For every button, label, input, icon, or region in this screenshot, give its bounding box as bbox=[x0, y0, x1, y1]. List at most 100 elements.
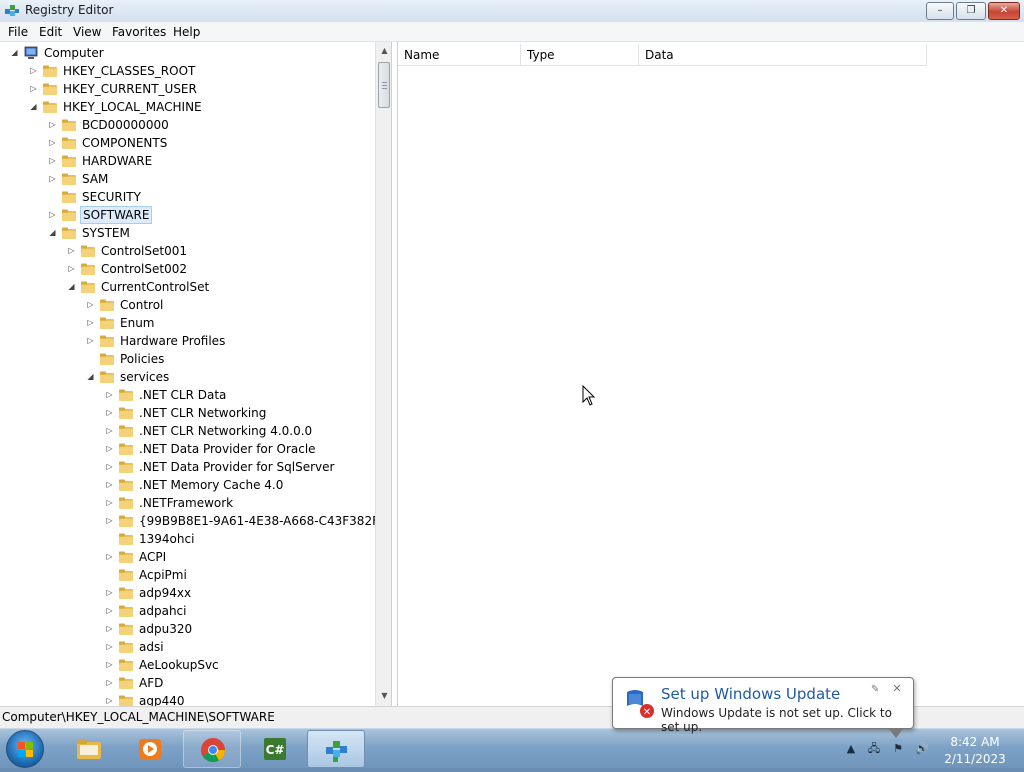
title-bar[interactable]: Registry Editor – ❐ ✕ bbox=[0, 0, 1024, 22]
notification-close-button[interactable]: ✕ bbox=[891, 683, 903, 695]
expand-arrow-icon[interactable]: ▷ bbox=[105, 512, 114, 530]
tree-node[interactable]: ▷ SOFTWARE bbox=[48, 206, 370, 224]
tree-node[interactable]: ▷ ControlSet002 bbox=[67, 260, 370, 278]
tree-node[interactable]: ◢ services bbox=[86, 368, 370, 386]
expand-arrow-icon[interactable]: ▷ bbox=[86, 296, 95, 314]
tree-node-label[interactable]: SAM bbox=[80, 170, 110, 188]
tree-node-label[interactable]: adsi bbox=[137, 638, 166, 656]
column-header-name[interactable]: Name bbox=[398, 44, 521, 66]
tree-node-label[interactable]: HKEY_CURRENT_USER bbox=[61, 80, 199, 98]
start-button[interactable] bbox=[6, 730, 44, 768]
tree-node-label[interactable]: .NET CLR Data bbox=[137, 386, 228, 404]
tree-node[interactable]: ▷ .NETFramework bbox=[105, 494, 370, 512]
expand-arrow-icon[interactable]: ▷ bbox=[105, 656, 114, 674]
expand-arrow-icon[interactable]: ▷ bbox=[105, 620, 114, 638]
tree-node-label[interactable]: AeLookupSvc bbox=[137, 656, 221, 674]
expand-arrow-icon[interactable]: ▷ bbox=[105, 674, 114, 692]
expand-arrow-icon[interactable]: ▷ bbox=[86, 314, 95, 332]
tree-node-label[interactable]: HARDWARE bbox=[80, 152, 154, 170]
registry-tree-pane[interactable]: ◢ Computer ▷ HKEY_CLASSES_ROOT ▷ HKEY_CURRENT… bbox=[0, 42, 392, 706]
tree-node-label[interactable]: ControlSet002 bbox=[99, 260, 189, 278]
tree-vertical-scrollbar[interactable]: ▲ ▼ bbox=[375, 42, 391, 706]
volume-icon[interactable]: 🔊 bbox=[914, 741, 930, 757]
tree-node-label[interactable]: SOFTWARE bbox=[80, 206, 153, 224]
tree-node-label[interactable]: Hardware Profiles bbox=[118, 332, 227, 350]
tree-node[interactable]: Policies bbox=[86, 350, 370, 368]
tree-node[interactable]: ▷ Hardware Profiles bbox=[86, 332, 370, 350]
tree-node-label[interactable]: AcpiPmi bbox=[137, 566, 189, 584]
column-header-type[interactable]: Type bbox=[521, 44, 639, 66]
tree-node-label[interactable]: ACPI bbox=[137, 548, 168, 566]
tree-node-label[interactable]: COMPONENTS bbox=[80, 134, 169, 152]
collapse-arrow-icon[interactable]: ◢ bbox=[10, 44, 19, 62]
tree-node[interactable]: ▷ Control bbox=[86, 296, 370, 314]
tree-node[interactable]: ◢ Computer bbox=[10, 44, 370, 62]
expand-arrow-icon[interactable]: ▷ bbox=[48, 116, 57, 134]
collapse-arrow-icon[interactable]: ◢ bbox=[29, 98, 38, 116]
expand-arrow-icon[interactable]: ▷ bbox=[105, 602, 114, 620]
expand-arrow-icon[interactable]: ▷ bbox=[29, 62, 38, 80]
tree-node[interactable]: ▷ HKEY_CURRENT_USER bbox=[29, 80, 370, 98]
taskbar-media-player[interactable] bbox=[121, 730, 179, 768]
pin-icon[interactable]: ✎ bbox=[871, 684, 883, 696]
expand-arrow-icon[interactable]: ▷ bbox=[67, 242, 76, 260]
expand-arrow-icon[interactable]: ▷ bbox=[105, 404, 114, 422]
action-center-flag-icon[interactable]: ⚑ bbox=[890, 741, 906, 757]
tree-node[interactable]: ◢ SYSTEM bbox=[48, 224, 370, 242]
expand-arrow-icon[interactable]: ▷ bbox=[105, 638, 114, 656]
tree-node[interactable]: ▷ AeLookupSvc bbox=[105, 656, 370, 674]
tree-node[interactable]: ▷ Enum bbox=[86, 314, 370, 332]
tree-node[interactable]: ▷ BCD00000000 bbox=[48, 116, 370, 134]
expand-arrow-icon[interactable]: ▷ bbox=[86, 332, 95, 350]
tree-node-label[interactable]: BCD00000000 bbox=[80, 116, 171, 134]
tree-node[interactable]: ▷ ACPI bbox=[105, 548, 370, 566]
expand-arrow-icon[interactable]: ▷ bbox=[48, 152, 57, 170]
tree-node-label[interactable]: HKEY_CLASSES_ROOT bbox=[61, 62, 197, 80]
taskbar-registry-editor[interactable] bbox=[307, 730, 365, 768]
tree-node[interactable]: SECURITY bbox=[48, 188, 370, 206]
tree-node-label[interactable]: AFD bbox=[137, 674, 165, 692]
tree-node[interactable]: ▷ adpahci bbox=[105, 602, 370, 620]
tree-node[interactable]: ▷ adsi bbox=[105, 638, 370, 656]
tree-node-label[interactable]: SECURITY bbox=[80, 188, 143, 206]
show-hidden-icons-icon[interactable]: ▲ bbox=[843, 741, 859, 757]
minimize-button[interactable]: – bbox=[926, 2, 954, 20]
tree-node-label[interactable]: Control bbox=[118, 296, 165, 314]
tree-node[interactable]: ▷ SAM bbox=[48, 170, 370, 188]
menu-file[interactable]: File bbox=[8, 25, 28, 39]
tree-node[interactable]: ▷ adpu320 bbox=[105, 620, 370, 638]
expand-arrow-icon[interactable]: ▷ bbox=[29, 80, 38, 98]
tree-node[interactable]: ▷ {99B9B8E1-9A61-4E38-A668-C43F382F4750} bbox=[105, 512, 391, 530]
network-icon[interactable]: 🖧 bbox=[866, 741, 882, 757]
tree-node[interactable]: ▷ .NET Data Provider for Oracle bbox=[105, 440, 370, 458]
tree-node-label[interactable]: adpahci bbox=[137, 602, 188, 620]
tree-node-label[interactable]: .NET Data Provider for Oracle bbox=[137, 440, 318, 458]
tree-node[interactable]: ▷ adp94xx bbox=[105, 584, 370, 602]
scroll-up-arrow[interactable]: ▲ bbox=[376, 42, 391, 59]
tree-node[interactable]: 1394ohci bbox=[105, 530, 370, 548]
expand-arrow-icon[interactable]: ▷ bbox=[105, 476, 114, 494]
expand-arrow-icon[interactable]: ▷ bbox=[105, 548, 114, 566]
tree-node[interactable]: ▷ HARDWARE bbox=[48, 152, 370, 170]
tree-node-label[interactable]: .NET Memory Cache 4.0 bbox=[137, 476, 285, 494]
menu-edit[interactable]: Edit bbox=[39, 25, 62, 39]
collapse-arrow-icon[interactable]: ◢ bbox=[86, 368, 95, 386]
tree-node[interactable]: ▷ AFD bbox=[105, 674, 370, 692]
tree-node[interactable]: ▷ agp440 bbox=[105, 692, 370, 706]
menu-favorites[interactable]: Favorites bbox=[112, 25, 166, 39]
expand-arrow-icon[interactable]: ▷ bbox=[48, 206, 57, 224]
tree-node[interactable]: ◢ HKEY_LOCAL_MACHINE bbox=[29, 98, 370, 116]
windows-update-notification[interactable]: ✕ Set up Windows Update Windows Update i… bbox=[612, 677, 914, 734]
maximize-button[interactable]: ❐ bbox=[956, 2, 986, 20]
tree-node[interactable]: ▷ .NET CLR Data bbox=[105, 386, 370, 404]
tree-node-label[interactable]: ControlSet001 bbox=[99, 242, 189, 260]
taskbar-csharp-ide[interactable]: C# bbox=[246, 730, 304, 768]
values-pane[interactable]: Name Type Data bbox=[397, 42, 1024, 706]
expand-arrow-icon[interactable]: ▷ bbox=[105, 692, 114, 706]
expand-arrow-icon[interactable]: ▷ bbox=[105, 458, 114, 476]
tree-node-label[interactable]: HKEY_LOCAL_MACHINE bbox=[61, 98, 204, 116]
tree-node-label[interactable]: services bbox=[118, 368, 171, 386]
taskbar-file-explorer[interactable] bbox=[60, 730, 118, 768]
menu-help[interactable]: Help bbox=[173, 25, 200, 39]
tree-node[interactable]: ▷ .NET CLR Networking 4.0.0.0 bbox=[105, 422, 370, 440]
